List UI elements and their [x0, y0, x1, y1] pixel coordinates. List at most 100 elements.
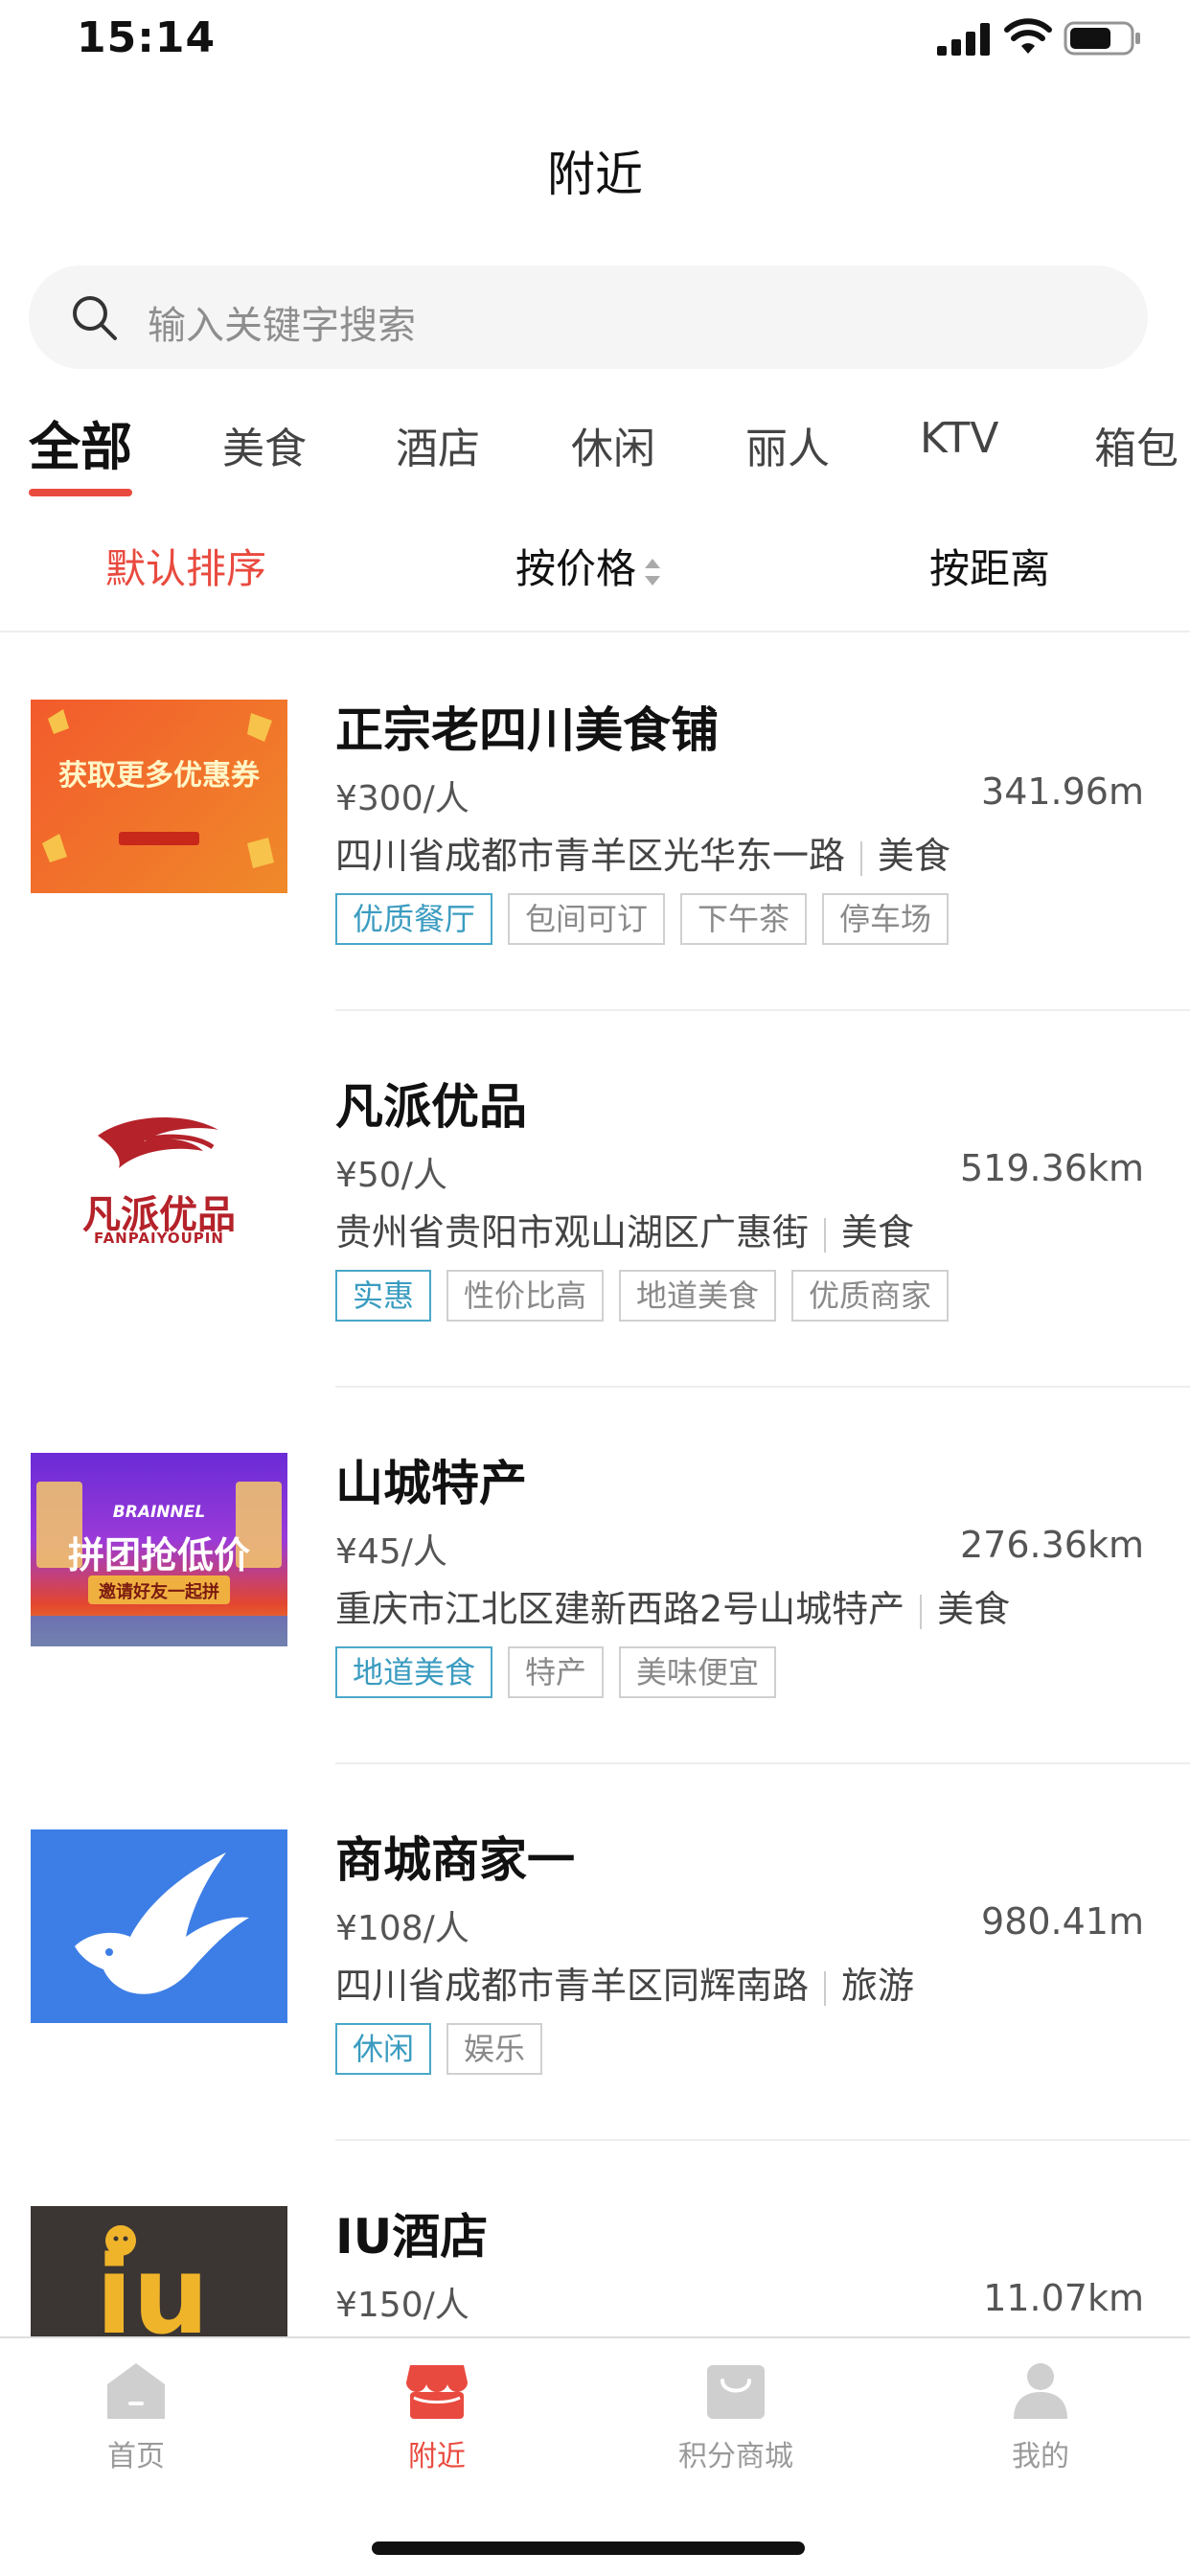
- listing-category: 旅游: [841, 1965, 915, 2007]
- shopping-bag-icon: [707, 2365, 765, 2419]
- listing-thumbnail-coupon: 获取更多优惠券: [31, 700, 287, 893]
- listing-item[interactable]: BRAINNEL 拼团抢低价 邀请好友一起拼 山城特产 ¥45/人 276.36…: [0, 1388, 1190, 1764]
- separator: [824, 1217, 827, 1253]
- listing-name: 商城商家一: [335, 1832, 575, 1888]
- listing-thumbnail-groupbuy: BRAINNEL 拼团抢低价 邀请好友一起拼: [31, 1453, 287, 1646]
- listing-distance: 341.96m: [981, 770, 1144, 813]
- listing-thumbnail-bird: [31, 1829, 287, 2023]
- listing-tag: 优质商家: [791, 1270, 950, 1322]
- nav-me[interactable]: 我的: [954, 2359, 1127, 2474]
- search-input[interactable]: 输入关键字搜索: [148, 294, 416, 350]
- bird-logo-icon: [75, 1852, 249, 1994]
- coupon-banner-text: 获取更多优惠券: [58, 759, 260, 793]
- category-tabs: 全部 美食 酒店 休闲 丽人 KTV 箱包: [0, 402, 1190, 508]
- sort-default[interactable]: 默认排序: [105, 537, 266, 595]
- listing-address: 贵州省贵阳市观山湖区广惠街: [335, 1211, 810, 1254]
- iu-logo-text: iu: [96, 2234, 210, 2358]
- nav-home-label: 首页: [107, 2440, 165, 2473]
- status-bar: 15:14: [0, 0, 1190, 80]
- banner-subtitle: 邀请好友一起拼: [99, 1582, 219, 1602]
- home-indicator: [372, 2542, 805, 2555]
- listing-tag: 实惠: [335, 1270, 432, 1322]
- listing-category: 美食: [878, 835, 951, 877]
- nav-me-label: 我的: [1012, 2440, 1069, 2473]
- listing-name: 正宗老四川美食铺: [335, 702, 719, 758]
- nav-points-mall-label: 积分商城: [678, 2440, 793, 2473]
- listing-name: IU酒店: [335, 2209, 489, 2265]
- nav-points-mall[interactable]: 积分商城: [650, 2359, 822, 2474]
- page-title: 附近: [547, 147, 643, 202]
- listing-tag: 休闲: [335, 2023, 432, 2075]
- listing-tags: 实惠 性价比高 地道美食 优质商家: [335, 1270, 964, 1322]
- listing-distance: 11.07km: [983, 2277, 1144, 2319]
- sort-by-distance[interactable]: 按距离: [929, 537, 1050, 595]
- wifi-icon: [1004, 18, 1052, 54]
- nav-nearby[interactable]: 附近: [351, 2359, 523, 2474]
- coupon-banner-art: [42, 709, 274, 868]
- listing-tag: 地道美食: [619, 1270, 777, 1322]
- banner-title: 拼团抢低价: [67, 1534, 250, 1576]
- tab-luggage[interactable]: 箱包: [1094, 414, 1179, 475]
- logo-subtext: FANPAIYOUPIN: [94, 1230, 224, 1247]
- sort-by-price[interactable]: 按价格: [515, 537, 663, 595]
- listing-tag: 地道美食: [335, 1646, 493, 1698]
- listing-tag: 特产: [508, 1646, 605, 1698]
- bottom-tab-bar: 首页 附近 积分商城 我的: [0, 2336, 1190, 2576]
- listing-item[interactable]: 获取更多优惠券 正宗老四川美食铺 ¥300/人 341.96m 四川省成都市青羊…: [0, 634, 1190, 1011]
- sort-bar: 默认排序 按价格 按距离: [0, 537, 1190, 632]
- listing-tag: 优质餐厅: [335, 893, 493, 945]
- user-icon: [1014, 2363, 1067, 2419]
- listing-category: 美食: [937, 1588, 1011, 1630]
- nav-home[interactable]: 首页: [50, 2359, 222, 2474]
- listing-category: 美食: [841, 1211, 915, 1254]
- listing-price: ¥108/人: [335, 1909, 469, 1948]
- nearby-store-icon: [406, 2365, 468, 2419]
- tab-hotel[interactable]: 酒店: [396, 414, 480, 475]
- listing-tags: 优质餐厅 包间可订 下午茶 停车场: [335, 893, 964, 945]
- listing-tag: 美味便宜: [619, 1646, 777, 1698]
- sort-arrows-icon: [645, 558, 661, 586]
- battery-icon: [1064, 21, 1140, 56]
- tab-beauty[interactable]: 丽人: [745, 414, 830, 475]
- listing-thumbnail-logo: 凡派优品 FANPAIYOUPIN: [31, 1076, 287, 1270]
- listing-price: ¥50/人: [335, 1156, 447, 1195]
- tab-leisure[interactable]: 休闲: [571, 414, 655, 475]
- listing-address: 重庆市江北区建新西路2号山城特产: [335, 1588, 905, 1630]
- tab-all[interactable]: 全部: [29, 404, 132, 480]
- listing-price: ¥45/人: [335, 1532, 447, 1572]
- divider: [0, 631, 1190, 632]
- nav-nearby-label: 附近: [408, 2440, 466, 2473]
- listing-price: ¥300/人: [335, 779, 469, 818]
- listing-tags: 休闲 娱乐: [335, 2023, 558, 2075]
- listing-address-line: 贵州省贵阳市观山湖区广惠街 美食: [335, 1203, 914, 1255]
- listing-price: ¥150/人: [335, 2286, 469, 2325]
- active-tab-indicator: [29, 489, 132, 496]
- listing-tags: 地道美食 特产 美味便宜: [335, 1646, 791, 1698]
- tab-ktv[interactable]: KTV: [920, 414, 998, 463]
- listing-tag: 停车场: [822, 893, 950, 945]
- banner-brand: BRAINNEL: [112, 1503, 206, 1522]
- listing-name: 凡派优品: [335, 1079, 527, 1135]
- listing-distance: 276.36km: [960, 1524, 1144, 1566]
- listing-item[interactable]: 凡派优品 FANPAIYOUPIN 凡派优品 ¥50/人 519.36km 贵州…: [0, 1011, 1190, 1388]
- listing-address-line: 四川省成都市青羊区同辉南路 旅游: [335, 1956, 914, 2009]
- search-bar[interactable]: 输入关键字搜索: [29, 265, 1148, 369]
- sort-price-label: 按价格: [515, 545, 637, 592]
- tab-food[interactable]: 美食: [222, 414, 307, 475]
- listing-address-line: 四川省成都市青羊区光华东一路 美食: [335, 826, 950, 879]
- separator: [824, 1970, 827, 2006]
- separator: [920, 1594, 923, 1629]
- home-icon: [107, 2363, 165, 2419]
- listing-tag: 娱乐: [446, 2023, 543, 2075]
- listing-address: 四川省成都市青羊区光华东一路: [335, 835, 846, 877]
- listing-address: 四川省成都市青羊区同辉南路: [335, 1965, 810, 2007]
- separator: [860, 840, 863, 876]
- listing-name: 山城特产: [335, 1456, 527, 1511]
- listing-address-line: 重庆市江北区建新西路2号山城特产 美食: [335, 1579, 1010, 1632]
- listing-tag: 下午茶: [680, 893, 808, 945]
- listing-tag: 性价比高: [446, 1270, 605, 1322]
- listing-distance: 980.41m: [981, 1900, 1144, 1943]
- listing-item[interactable]: 商城商家一 ¥108/人 980.41m 四川省成都市青羊区同辉南路 旅游 休闲娱…: [0, 1764, 1190, 2141]
- search-icon: [73, 296, 117, 340]
- listing-distance: 519.36km: [960, 1147, 1144, 1189]
